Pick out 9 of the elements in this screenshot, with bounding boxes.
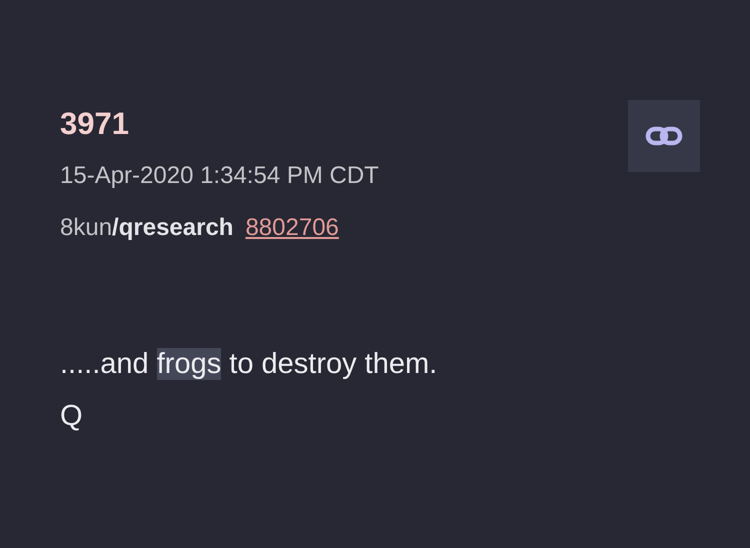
post-message: .....and frogs to destroy them. xyxy=(60,347,438,382)
source-post-link[interactable]: 8802706 xyxy=(245,210,339,246)
post-signature: Q xyxy=(60,399,83,434)
link-icon xyxy=(645,125,683,147)
board-name: /qresearch xyxy=(112,213,234,243)
link-button[interactable] xyxy=(628,100,700,172)
post-number: 3971 xyxy=(60,105,129,143)
site-name: 8kun xyxy=(60,213,112,243)
post-timestamp: 15-Apr-2020 1:34:54 PM CDT xyxy=(60,161,379,191)
